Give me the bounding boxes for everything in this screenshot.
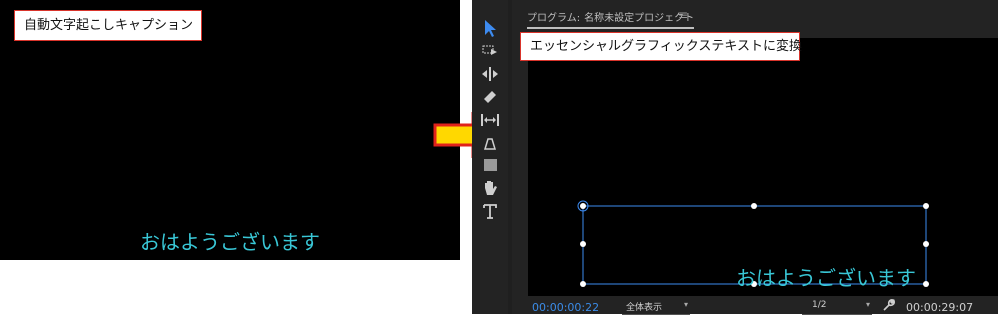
callout-label-auto-caption: 自動文字起こしキャプション (14, 10, 202, 41)
caption-preview-panel: 自動文字起こしキャプション おはようございます (0, 0, 460, 260)
type-icon (483, 204, 497, 219)
slip-icon (481, 114, 499, 126)
razor-icon (484, 91, 496, 103)
selection-icon (485, 20, 496, 37)
ripple-edit-tool[interactable] (480, 64, 504, 84)
rectangle-tool[interactable] (480, 155, 504, 175)
tools-panel (472, 0, 508, 314)
monitor-controls-bar: 00:00:00:22 全体表示 ▾ 1/2 ▾ 00:00:29:07 (512, 296, 998, 315)
duration-timecode: 00:00:29:07 (906, 301, 974, 314)
zoom-fit-dropdown[interactable]: 全体表示 ▾ (622, 300, 690, 315)
current-timecode[interactable]: 00:00:00:22 (532, 301, 599, 314)
playback-resolution-dropdown[interactable]: 1/2 ▾ (802, 300, 872, 315)
selection-tool[interactable] (480, 18, 504, 38)
program-monitor: プログラム: 名称未設定プロジェクト ≡ エッセンシャルグラフィックステキストに変… (512, 0, 998, 314)
razor-tool[interactable] (480, 87, 504, 107)
program-viewport (528, 38, 998, 296)
callout-label-essential-graphics: エッセンシャルグラフィックステキストに変換 (520, 32, 802, 61)
pen-tool[interactable] (480, 133, 504, 153)
resolution-value: 1/2 (812, 300, 827, 310)
program-monitor-tab[interactable]: プログラム: 名称未設定プロジェクト (527, 9, 695, 29)
slip-tool[interactable] (480, 110, 504, 130)
hand-icon (485, 181, 497, 195)
rectangle-icon (484, 159, 497, 171)
graphics-caption-text[interactable]: おはようございます (650, 262, 998, 291)
type-tool[interactable] (480, 201, 504, 221)
chevron-down-icon: ▾ (865, 300, 870, 309)
panel-menu-icon[interactable]: ≡ (678, 8, 688, 22)
zoom-fit-value: 全体表示 (626, 303, 663, 313)
caption-text: おはようございます (140, 230, 320, 254)
chevron-down-icon: ▾ (683, 300, 688, 309)
pen-icon (483, 138, 497, 150)
tab-prefix: プログラム: (527, 13, 581, 24)
ripple-edit-icon (482, 67, 498, 81)
track-select-icon (482, 45, 497, 55)
wrench-icon[interactable] (882, 298, 896, 312)
premiere-window: プログラム: 名称未設定プロジェクト ≡ エッセンシャルグラフィックステキストに変… (472, 0, 998, 315)
track-select-tool[interactable] (480, 42, 504, 62)
hand-tool[interactable] (480, 178, 504, 198)
